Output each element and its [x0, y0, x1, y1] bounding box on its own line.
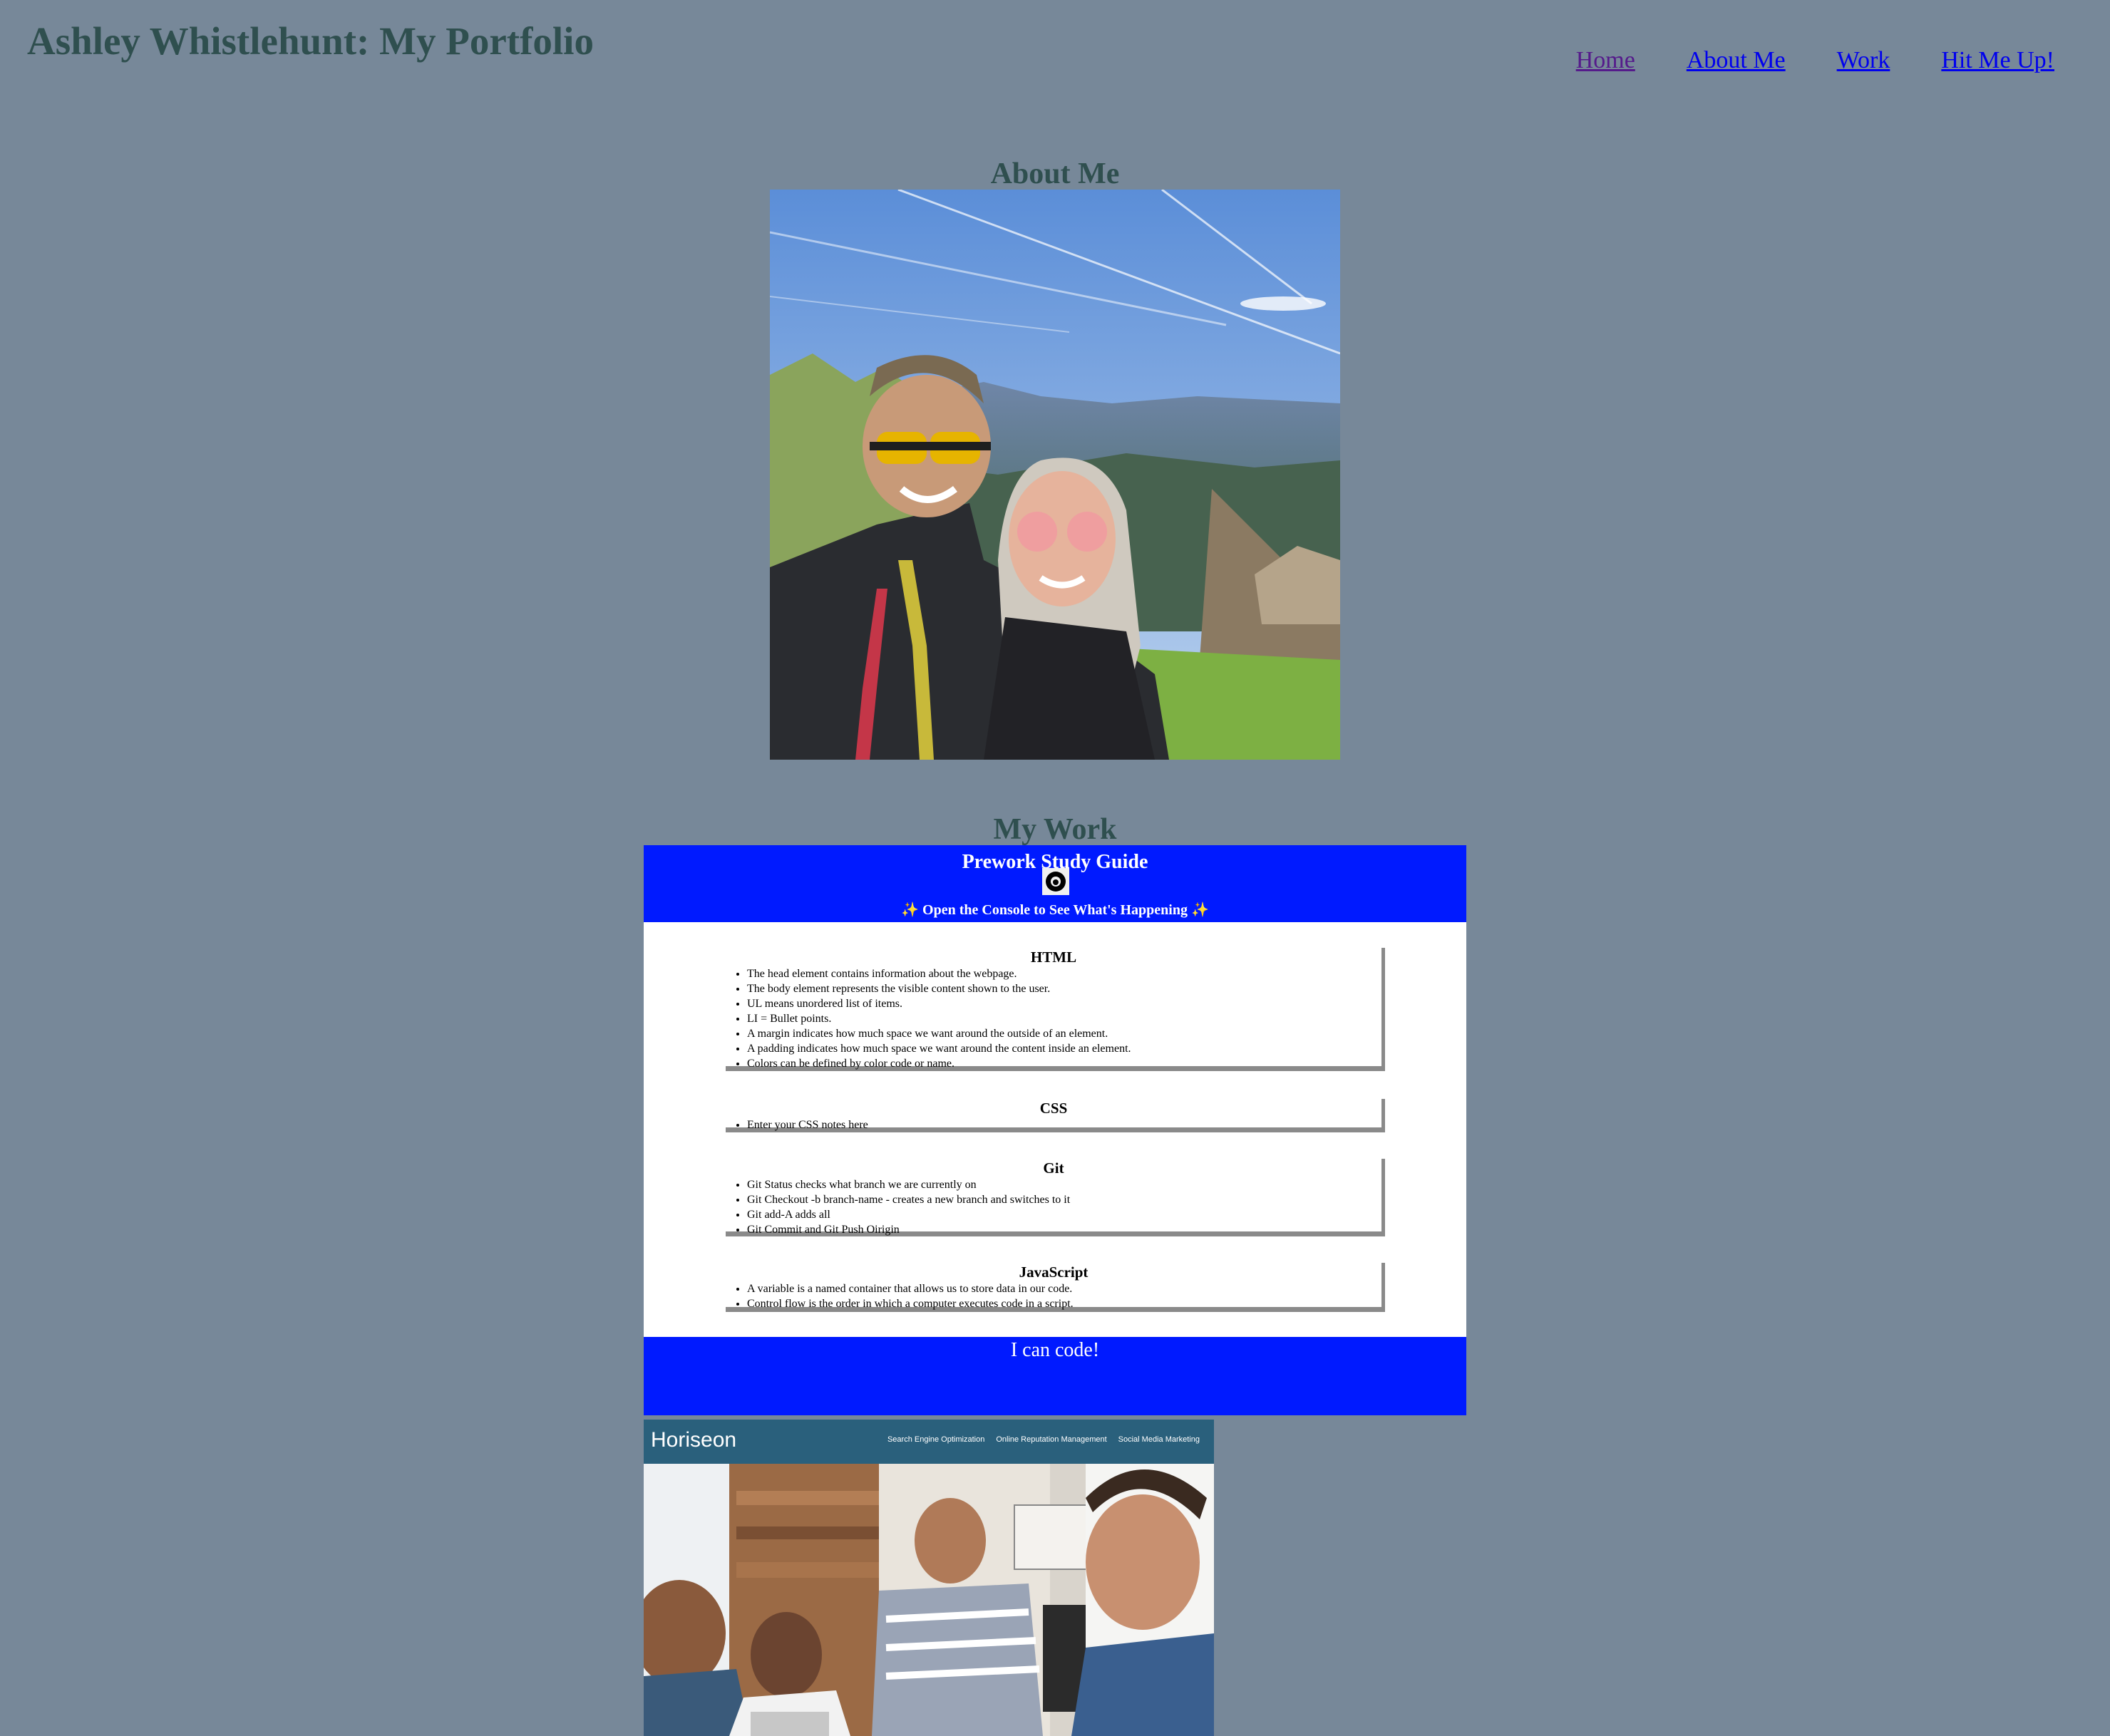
prework-footer-text: I can code! — [1010, 1339, 1100, 1361]
main-nav: Home About Me Work Hit Me Up! — [1576, 47, 2054, 74]
card-heading: Git — [1043, 1159, 1064, 1177]
about-me-photo — [770, 190, 1340, 760]
list-item: LI = Bullet points. — [747, 1011, 1381, 1026]
list-item: The head element contains information ab… — [747, 966, 1381, 981]
card-heading: HTML — [1030, 949, 1077, 966]
my-work-heading: My Work — [993, 813, 1117, 846]
couple-selfie-photo-icon — [770, 190, 1340, 760]
nav-link-home[interactable]: Home — [1576, 47, 1635, 74]
list-item: Git Commit and Git Push Oirigin — [747, 1222, 1381, 1237]
horiseon-logo: Horiseon — [651, 1428, 737, 1452]
site-title: Ashley Whistlehunt: My Portfolio — [27, 19, 594, 63]
horiseon-nav: Search Engine Optimization Online Reputa… — [887, 1435, 1200, 1444]
list-item: UL means unordered list of items. — [747, 996, 1381, 1011]
prework-card-git: Git Git Status checks what branch we are… — [726, 1159, 1385, 1236]
github-logo-icon — [1042, 868, 1069, 895]
list-item: Git Status checks what branch we are cur… — [747, 1177, 1381, 1192]
horiseon-nav-item: Social Media Marketing — [1118, 1435, 1200, 1444]
list-item: Git add-A adds all — [747, 1207, 1381, 1222]
horiseon-screenshot[interactable]: Horiseon Search Engine Optimization Onli… — [644, 1420, 1214, 1736]
about-me-heading: About Me — [990, 157, 1120, 190]
list-item: Colors can be defined by color code or n… — [747, 1056, 1381, 1071]
prework-footer: I can code! — [644, 1337, 1466, 1415]
nav-link-about-me[interactable]: About Me — [1687, 47, 1786, 74]
list-item: Enter your CSS notes here — [747, 1117, 1381, 1132]
list-item: A margin indicates how much space we wan… — [747, 1026, 1381, 1041]
list-item: The body element represents the visible … — [747, 981, 1381, 996]
nav-link-work[interactable]: Work — [1837, 47, 1890, 74]
nav-link-contact[interactable]: Hit Me Up! — [1941, 47, 2054, 74]
office-team-photo-icon — [644, 1464, 1214, 1736]
list-item: Git Checkout -b branch-name - creates a … — [747, 1192, 1381, 1207]
prework-card-html: HTML The head element contains informati… — [726, 948, 1385, 1071]
horiseon-nav-item: Search Engine Optimization — [887, 1435, 985, 1444]
prework-header: Prework Study Guide ✨ Open the Console t… — [644, 845, 1466, 922]
list-item: A padding indicates how much space we wa… — [747, 1041, 1381, 1056]
list-item: A variable is a named container that all… — [747, 1281, 1381, 1296]
prework-card-css: CSS Enter your CSS notes here — [726, 1099, 1385, 1132]
horiseon-nav-item: Online Reputation Management — [996, 1435, 1107, 1444]
horiseon-header: Horiseon Search Engine Optimization Onli… — [644, 1420, 1214, 1464]
prework-subtitle: ✨ Open the Console to See What's Happeni… — [901, 902, 1209, 918]
card-heading: JavaScript — [1019, 1264, 1089, 1281]
prework-study-guide-screenshot[interactable]: Prework Study Guide ✨ Open the Console t… — [644, 845, 1466, 1415]
prework-card-javascript: JavaScript A variable is a named contain… — [726, 1263, 1385, 1312]
list-item: Control flow is the order in which a com… — [747, 1296, 1381, 1311]
card-heading: CSS — [1039, 1100, 1068, 1117]
